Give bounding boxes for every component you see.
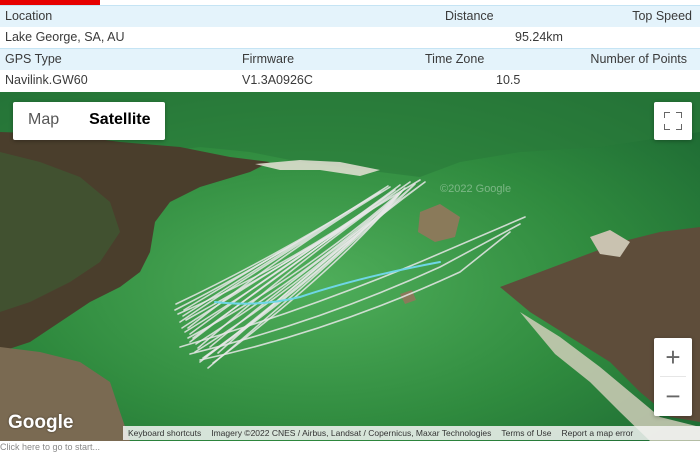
stats-value-row-2: Navilink.GW60 V1.3A0926C 10.5 [0, 69, 700, 91]
map-attribution: Keyboard shortcuts Imagery ©2022 CNES / … [123, 426, 700, 440]
header-gps-type: GPS Type [5, 52, 62, 66]
terms-of-use-link[interactable]: Terms of Use [496, 428, 556, 438]
header-distance: Distance [445, 9, 494, 23]
imagery-watermark: ©2022 Google [440, 183, 511, 195]
header-firmware: Firmware [242, 52, 295, 66]
keyboard-shortcuts-link[interactable]: Keyboard shortcuts [123, 428, 206, 438]
track-stats-table: Location Distance Top Speed Lake George,… [0, 5, 700, 91]
fullscreen-icon [664, 112, 682, 130]
value-gps-type: Navilink.GW60 [5, 72, 88, 87]
header-location: Location [5, 9, 53, 23]
map-type-map-button[interactable]: Map [13, 102, 74, 140]
start-link[interactable]: Click here to go to start... [0, 442, 100, 452]
zoom-in-button[interactable]: + [654, 338, 692, 376]
map-type-control: Map Satellite [13, 102, 166, 140]
header-time-zone: Time Zone [425, 52, 485, 66]
imagery-credit: Imagery ©2022 CNES / Airbus, Landsat / C… [211, 428, 492, 438]
header-top-speed: Top Speed [632, 9, 692, 23]
zoom-out-button[interactable]: − [654, 377, 692, 415]
map-type-satellite-button[interactable]: Satellite [74, 102, 165, 140]
value-firmware: V1.3A0926C [242, 72, 313, 87]
value-location: Lake George, SA, AU [5, 29, 125, 44]
value-time-zone: 10.5 [496, 72, 521, 87]
stats-value-row-1: Lake George, SA, AU 95.24km [0, 26, 700, 48]
stats-header-row-2: GPS Type Firmware Time Zone Number of Po… [0, 48, 700, 70]
report-map-error-link[interactable]: Report a map error [556, 428, 638, 438]
google-logo[interactable]: Google [8, 412, 73, 434]
map-imagery: ©2022 Google [0, 92, 700, 441]
satellite-map[interactable]: ©2022 Google [0, 92, 700, 441]
stats-header-row-1: Location Distance Top Speed [0, 5, 700, 27]
zoom-control: + − [654, 338, 692, 416]
header-number-of-points: Number of Points [590, 52, 687, 66]
value-distance: 95.24km [515, 29, 563, 44]
fullscreen-button[interactable] [654, 102, 692, 140]
